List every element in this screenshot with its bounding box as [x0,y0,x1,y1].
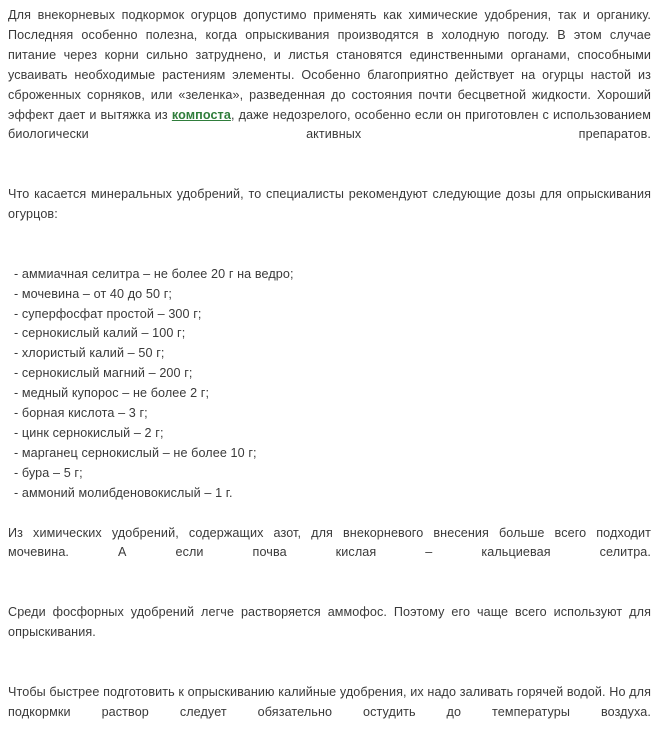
article-body: Для внекорневых подкормок огурцов допуст… [0,0,659,719]
list-item: - сернокислый магний – 200 г; [14,366,193,381]
list-item: - хлористый калий – 50 г; [14,346,165,361]
list-item: - цинк сернокислый – 2 г; [14,426,164,440]
paragraph-potassium-fertilizers: Чтобы быстрее подготовить к опрыскиванию… [8,684,651,719]
paragraph-minerals-intro: Что касается минеральных удобрений, то с… [8,187,651,222]
list-item: - марганец сернокислый – не более 10 г; [14,445,257,460]
paragraph-nitrogen-fertilizers: Из химических удобрений, содержащих азот… [8,525,651,560]
list-item: - бура – 5 г; [14,465,83,480]
fertilizer-dose-list: - аммиачная селитра – не более 20 г на в… [8,265,651,504]
list-item: - аммоний молибденовокислый – 1 г. [14,485,233,500]
list-item: - мочевина – от 40 до 50 г; [14,286,172,301]
list-item: - борная кислота – 3 г; [14,406,148,421]
paragraph-intro-text-before-link: Для внекорневых подкормок огурцов допуст… [8,8,651,122]
list-item: - аммиачная селитра – не более 20 г на в… [14,266,294,281]
list-item: - суперфосфат простой – 300 г; [14,306,202,321]
list-item: - медный купорос – не более 2 г; [14,386,210,401]
compost-link[interactable]: компоста [172,108,231,122]
list-item: - сернокислый калий – 100 г; [14,326,186,341]
paragraph-phosphorus-fertilizers: Среди фосфорных удобрений легче растворя… [8,605,651,640]
paragraph-intro: Для внекорневых подкормок огурцов допуст… [8,6,651,165]
